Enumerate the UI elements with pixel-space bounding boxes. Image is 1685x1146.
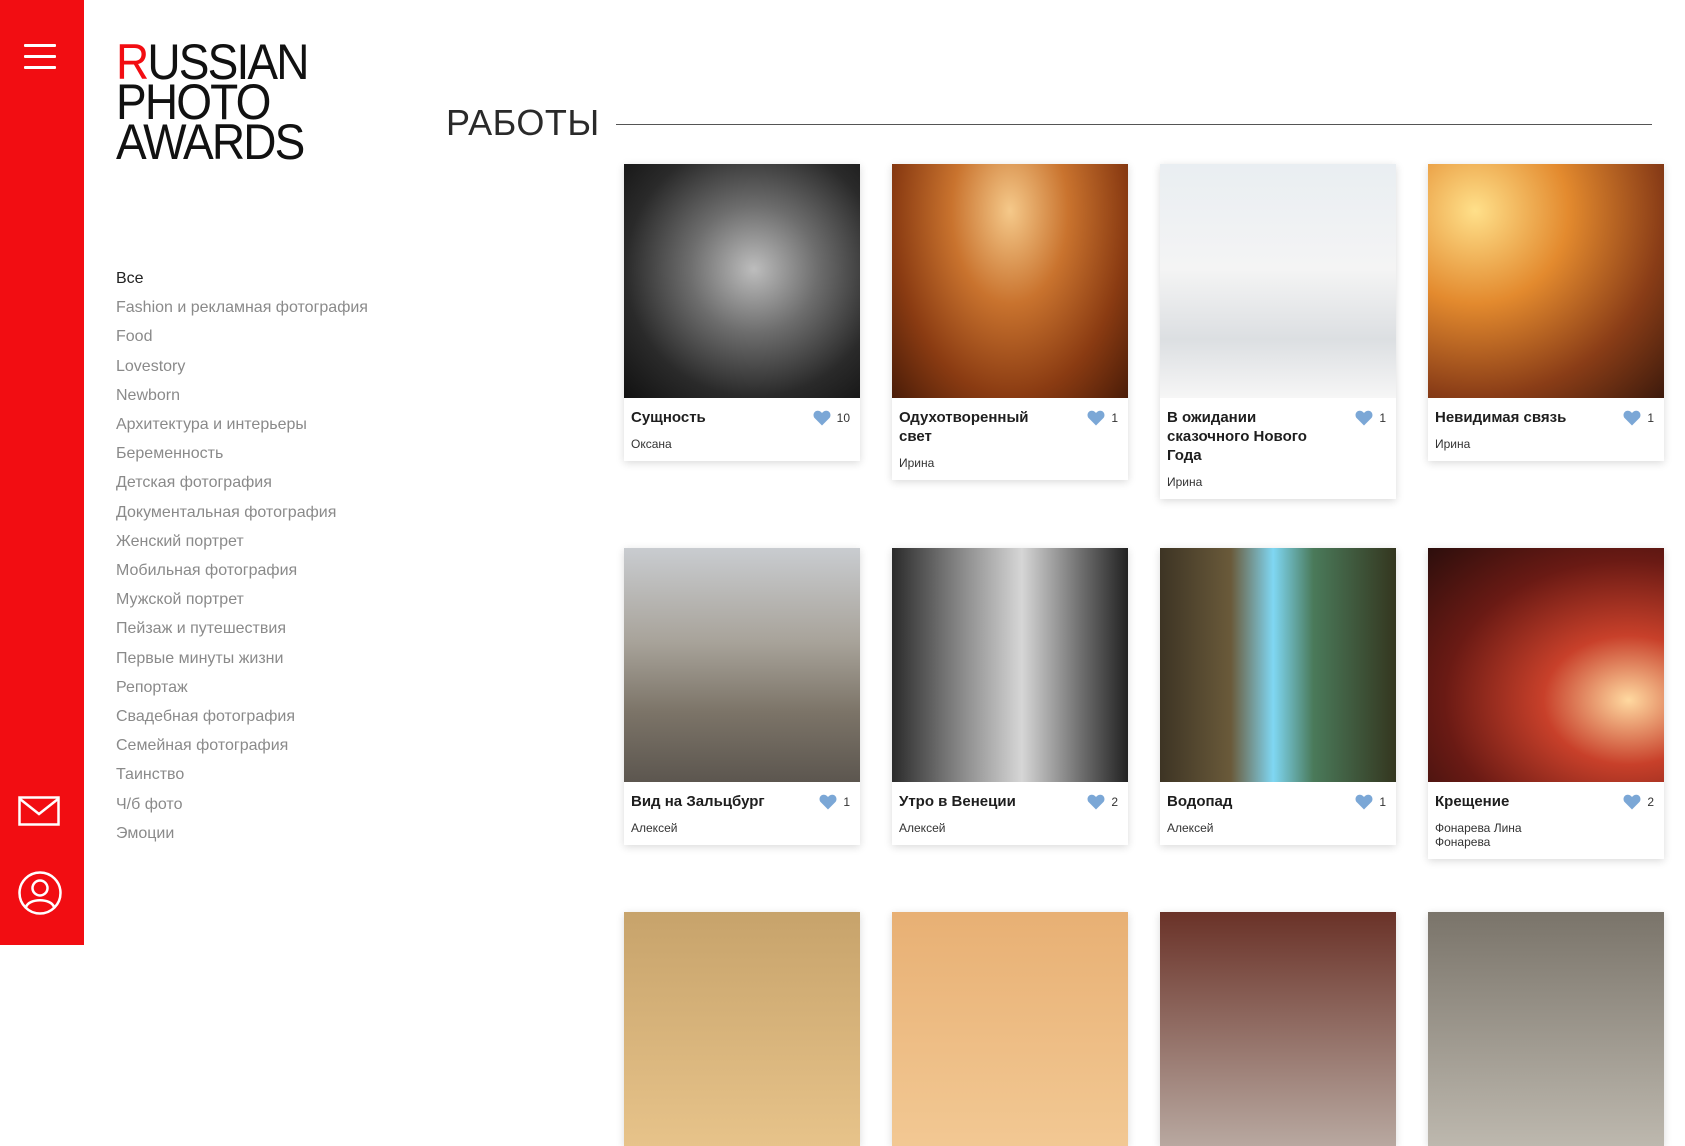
work-title: Утро в Венеции [899, 793, 1016, 810]
category-landscape[interactable]: Пейзаж и путешествия [116, 614, 368, 643]
work-author: Ирина [1435, 437, 1471, 451]
category-fashion[interactable]: Fashion и рекламная фотография [116, 293, 368, 322]
work-card[interactable]: Утро в Венеции Алексей 2 [892, 548, 1128, 845]
site-logo[interactable]: RUSSIAN PHOTO AWARDS [116, 37, 356, 167]
work-photo[interactable] [1428, 548, 1664, 782]
user-icon[interactable] [17, 870, 63, 921]
like-button[interactable]: 2 [1623, 794, 1654, 810]
category-sacrament[interactable]: Таинство [116, 760, 368, 789]
page-title: РАБОТЫ [446, 102, 600, 143]
work-card[interactable] [1160, 912, 1396, 1146]
like-count: 1 [1379, 795, 1386, 809]
like-count: 1 [1111, 411, 1118, 425]
work-card[interactable]: Вид на Зальцбург Алексей 1 [624, 548, 860, 845]
work-card[interactable] [624, 912, 860, 1146]
heart-icon [819, 794, 837, 810]
heart-icon [1087, 794, 1105, 810]
like-count: 2 [1111, 795, 1118, 809]
work-title: Сущность [631, 409, 706, 426]
category-wedding[interactable]: Свадебная фотография [116, 702, 368, 731]
side-rail [0, 0, 84, 945]
heart-icon [1355, 410, 1373, 426]
like-button[interactable]: 1 [1355, 410, 1386, 426]
like-count: 2 [1647, 795, 1654, 809]
heart-icon [1623, 410, 1641, 426]
work-title: В ожидании сказочного Нового Года [1167, 409, 1307, 464]
like-button[interactable]: 1 [1623, 410, 1654, 426]
like-button[interactable]: 1 [1355, 794, 1386, 810]
category-children[interactable]: Детская фотография [116, 468, 368, 497]
work-author: Алексей [631, 821, 678, 835]
heart-icon [1623, 794, 1641, 810]
like-count: 1 [843, 795, 850, 809]
heart-icon [813, 410, 831, 426]
work-photo[interactable] [1160, 912, 1396, 1146]
like-count: 1 [1647, 411, 1654, 425]
heart-icon [1087, 410, 1105, 426]
category-all[interactable]: Все [116, 264, 368, 293]
like-count: 1 [1379, 411, 1386, 425]
like-button[interactable]: 10 [813, 410, 850, 426]
category-mobile[interactable]: Мобильная фотография [116, 556, 368, 585]
work-title: Водопад [1167, 793, 1233, 810]
work-author: Алексей [1167, 821, 1214, 835]
work-card[interactable]: В ожидании сказочного Нового Года Ирина … [1160, 164, 1396, 499]
work-photo[interactable] [624, 912, 860, 1146]
work-photo[interactable] [1428, 164, 1664, 398]
work-author: Ирина [899, 456, 935, 470]
category-lovestory[interactable]: Lovestory [116, 352, 368, 381]
like-count: 10 [836, 411, 850, 425]
work-card[interactable]: Водопад Алексей 1 [1160, 548, 1396, 845]
like-button[interactable]: 1 [1087, 410, 1118, 426]
work-card[interactable] [892, 912, 1128, 1146]
work-photo[interactable] [892, 548, 1128, 782]
work-author: Фонарева Лина Фонарева [1435, 821, 1522, 849]
like-button[interactable]: 1 [819, 794, 850, 810]
category-food[interactable]: Food [116, 322, 368, 351]
category-family[interactable]: Семейная фотография [116, 731, 368, 760]
work-card[interactable] [1428, 912, 1664, 1146]
category-male-portrait[interactable]: Мужской портрет [116, 585, 368, 614]
work-photo[interactable] [624, 548, 860, 782]
work-photo[interactable] [1428, 912, 1664, 1146]
category-female-portrait[interactable]: Женский портрет [116, 527, 368, 556]
category-newborn[interactable]: Newborn [116, 381, 368, 410]
hamburger-icon[interactable] [24, 44, 56, 70]
work-card[interactable]: Невидимая связь Ирина 1 [1428, 164, 1664, 461]
work-card[interactable]: Крещение Фонарева Лина Фонарева 2 [1428, 548, 1664, 859]
work-photo[interactable] [892, 912, 1128, 1146]
work-author: Алексей [899, 821, 946, 835]
work-photo[interactable] [1160, 548, 1396, 782]
category-pregnancy[interactable]: Беременность [116, 439, 368, 468]
like-button[interactable]: 2 [1087, 794, 1118, 810]
work-photo[interactable] [624, 164, 860, 398]
work-author: Ирина [1167, 475, 1203, 489]
category-documentary[interactable]: Документальная фотография [116, 498, 368, 527]
work-title: Невидимая связь [1435, 409, 1567, 426]
category-bw[interactable]: Ч/б фото [116, 790, 368, 819]
work-photo[interactable] [892, 164, 1128, 398]
work-photo[interactable] [1160, 164, 1396, 398]
work-card[interactable]: Одухотворенный свет Ирина 1 [892, 164, 1128, 480]
work-author: Оксана [631, 437, 672, 451]
category-reportage[interactable]: Репортаж [116, 673, 368, 702]
work-title: Крещение [1435, 793, 1510, 810]
work-title: Одухотворенный свет [899, 409, 1029, 445]
category-architecture[interactable]: Архитектура и интерьеры [116, 410, 368, 439]
work-card[interactable]: Сущность Оксана 10 [624, 164, 860, 461]
category-list: Все Fashion и рекламная фотография Food … [116, 264, 368, 848]
works-grid: Сущность Оксана 10 Одухотворенный свет И… [624, 164, 1664, 1146]
category-emotions[interactable]: Эмоции [116, 819, 368, 848]
heart-icon [1355, 794, 1373, 810]
category-first-minutes[interactable]: Первые минуты жизни [116, 644, 368, 673]
title-divider [616, 124, 1652, 125]
mail-icon[interactable] [18, 796, 60, 831]
work-title: Вид на Зальцбург [631, 793, 765, 810]
